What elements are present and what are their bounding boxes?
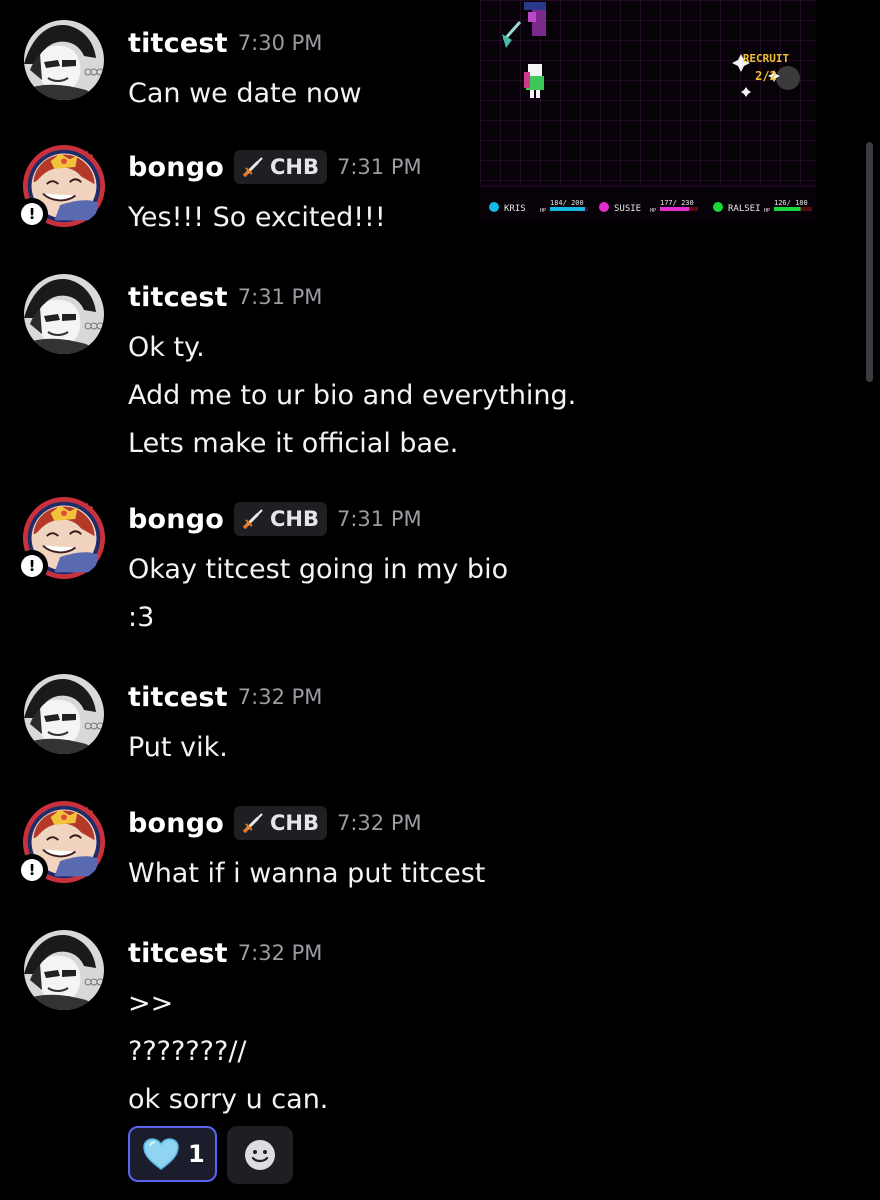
party-member-icon — [489, 202, 499, 212]
party-member-icon — [599, 202, 609, 212]
message-header: bongo CHB 7:31 PM — [128, 144, 422, 190]
message-content: Yes!!! So excited!!! — [128, 194, 386, 242]
username[interactable]: titcest — [128, 682, 228, 713]
guild-tag[interactable]: CHB — [233, 150, 327, 184]
hp-value: 177/ 230 — [660, 199, 694, 207]
username[interactable]: titcest — [128, 282, 228, 313]
message-text: Lets make it official bae. — [128, 428, 459, 459]
alert-icon: ! — [21, 859, 43, 881]
guild-tag[interactable]: CHB — [233, 806, 327, 840]
alert-icon: ! — [21, 555, 43, 577]
alert-icon: ! — [21, 203, 43, 225]
message-content: Can we date now — [128, 70, 362, 118]
game-scene: RECRUIT 2/2 KRIS HP 184/ 200 SUSIE HP 177/ 23… — [480, 0, 816, 222]
hp-bar-fill — [774, 207, 801, 211]
chat-view: RECRUIT 2/2 KRIS HP 184/ 200 SUSIE HP 177/ 23… — [0, 0, 880, 1200]
avatar[interactable] — [24, 20, 104, 100]
message-header: titcest 7:30 PM — [128, 20, 322, 66]
message-header: titcest 7:31 PM — [128, 274, 322, 320]
recruit-label: RECRUIT — [743, 52, 790, 65]
recruit-count: 2/2 — [755, 69, 777, 83]
message-content: What if i wanna put titcest — [128, 850, 485, 898]
hp-label: HP — [540, 208, 546, 214]
sword-icon — [242, 157, 263, 178]
message-text: Can we date now — [128, 78, 362, 109]
add-reaction-button[interactable] — [226, 1126, 293, 1184]
party-member-name: RALSEI — [728, 204, 761, 214]
sword-icon — [242, 509, 263, 530]
scrollbar[interactable] — [866, 142, 873, 382]
username[interactable]: titcest — [128, 28, 228, 59]
hp-bar-fill — [550, 207, 585, 211]
message-header: titcest 7:32 PM — [128, 930, 322, 976]
party-member-name: SUSIE — [614, 204, 641, 214]
message-content: Okay titcest going in my bio :3 — [128, 546, 508, 642]
message-content: Put vik. — [128, 724, 228, 772]
avatar[interactable] — [24, 274, 104, 354]
hp-label: HP — [650, 208, 656, 214]
message-header: titcest 7:32 PM — [128, 674, 322, 720]
timestamp: 7:32 PM — [237, 685, 323, 709]
message-text: Yes!!! So excited!!! — [128, 202, 386, 233]
message-content: >> ???????// ok sorry u can. — [128, 980, 328, 1124]
message-text: Put vik. — [128, 732, 228, 763]
message-text: :3 — [128, 602, 155, 633]
hp-value: 184/ 200 — [550, 199, 584, 207]
timestamp: 7:31 PM — [336, 507, 422, 531]
reactions-bar: 1 — [128, 1126, 293, 1184]
guild-tag-label: CHB — [269, 155, 319, 179]
reaction-count: 1 — [188, 1140, 205, 1168]
message-text: ok sorry u can. — [128, 1084, 329, 1115]
status-badge: ! — [16, 550, 48, 582]
status-badge: ! — [16, 854, 48, 886]
username[interactable]: bongo — [128, 504, 224, 535]
guild-tag[interactable]: CHB — [233, 502, 327, 536]
username[interactable]: titcest — [128, 938, 228, 969]
message-header: bongo CHB 7:31 PM — [128, 496, 422, 542]
message-content: Ok ty. Add me to ur bio and everything. … — [128, 324, 576, 468]
guild-tag-label: CHB — [269, 507, 319, 531]
party-member-icon — [713, 202, 723, 212]
sword-icon — [242, 813, 263, 834]
message-header: bongo CHB 7:32 PM — [128, 800, 422, 846]
hp-value: 126/ 180 — [774, 199, 808, 207]
timestamp: 7:32 PM — [336, 811, 422, 835]
avatar[interactable] — [24, 930, 104, 1010]
avatar[interactable] — [24, 674, 104, 754]
timestamp: 7:31 PM — [336, 155, 422, 179]
smiley-add-reaction-icon — [244, 1140, 275, 1170]
hp-bar-fill — [660, 207, 690, 211]
reaction-light-blue-heart[interactable]: 1 — [128, 1126, 217, 1182]
status-badge: ! — [16, 198, 48, 230]
light-blue-heart-icon — [143, 1138, 179, 1170]
message-text: ???????// — [128, 1036, 247, 1067]
hp-label: HP — [764, 208, 770, 214]
username[interactable]: bongo — [128, 152, 224, 183]
timestamp: 7:32 PM — [237, 941, 323, 965]
game-screenshot-embed[interactable]: RECRUIT 2/2 KRIS HP 184/ 200 SUSIE HP 177/ 23… — [480, 0, 816, 222]
party-member-name: KRIS — [504, 204, 526, 214]
message-text: What if i wanna put titcest — [128, 858, 486, 889]
message-text: Add me to ur bio and everything. — [128, 380, 577, 411]
guild-tag-label: CHB — [269, 811, 319, 835]
message-text: >> — [128, 988, 174, 1019]
message-text: Ok ty. — [128, 332, 205, 363]
username[interactable]: bongo — [128, 808, 224, 839]
message-text: Okay titcest going in my bio — [128, 554, 509, 585]
timestamp: 7:30 PM — [237, 31, 323, 55]
timestamp: 7:31 PM — [237, 285, 323, 309]
